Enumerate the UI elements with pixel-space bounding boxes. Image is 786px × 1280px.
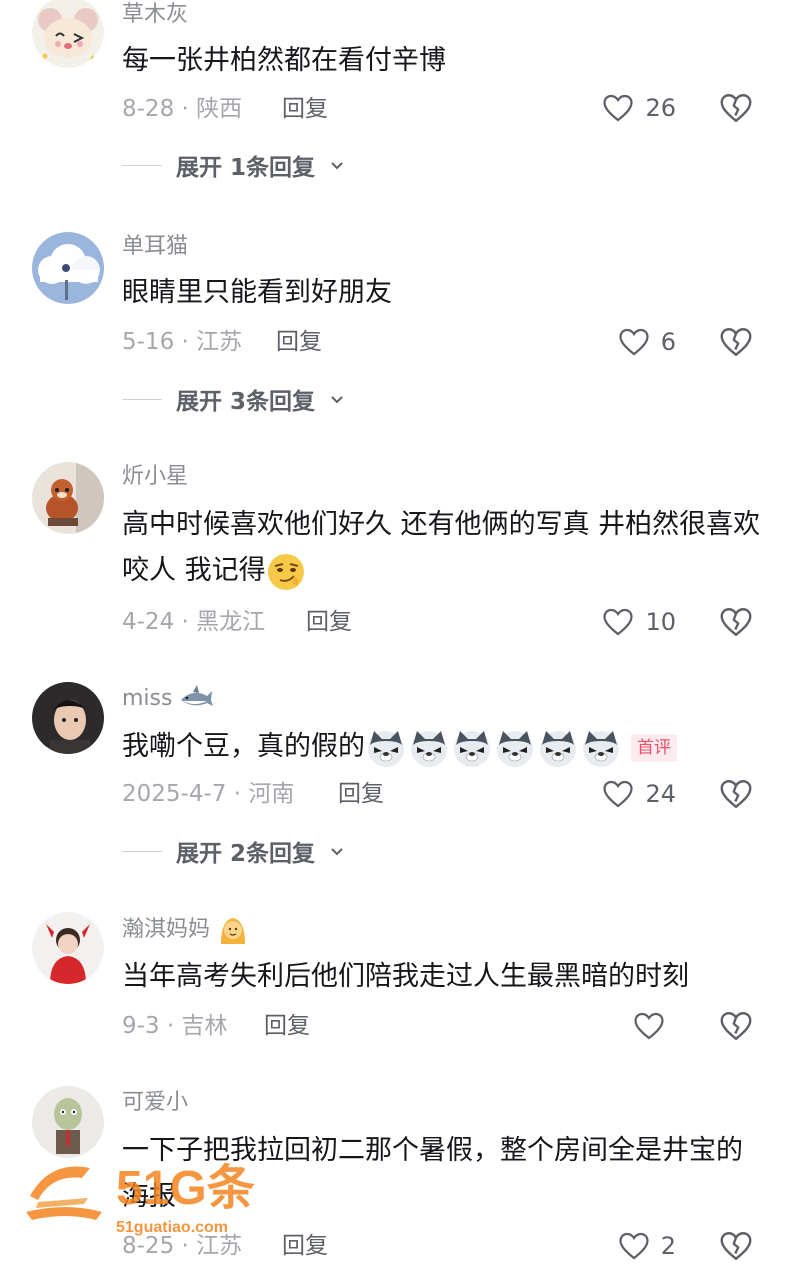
- cartoon-mouse-icon: [32, 0, 104, 68]
- comment-list-page: 草木灰 每一张井柏然都在看付辛博 8-28 · 陕西 回复 26 展开 1条回复: [0, 0, 786, 1280]
- reply-button[interactable]: 回复: [306, 607, 352, 637]
- like-count: 26: [645, 94, 676, 122]
- like-count: 10: [645, 608, 676, 636]
- shark-emoji-icon: [181, 685, 214, 706]
- username[interactable]: miss: [122, 684, 214, 714]
- child-photo: [32, 912, 104, 984]
- divider: [122, 850, 162, 852]
- broken-heart-icon[interactable]: [718, 776, 754, 812]
- comment-date-location: 9-3 · 吉林: [122, 1013, 228, 1039]
- expand-replies-button[interactable]: 展开 1条回复: [122, 148, 345, 182]
- reply-button[interactable]: 回复: [264, 1011, 310, 1041]
- divider: [122, 398, 162, 400]
- reply-button[interactable]: 回复: [282, 94, 328, 124]
- avatar[interactable]: [32, 232, 104, 304]
- comment-text: 高中时候喜欢他们好久 还有他俩的写真 井柏然很喜欢咬人 我记得: [122, 502, 762, 594]
- heart-icon: [634, 1012, 664, 1040]
- avatar[interactable]: [32, 1086, 104, 1158]
- person-photo: [32, 682, 104, 754]
- like-button[interactable]: 10: [601, 602, 676, 642]
- broken-heart-icon[interactable]: [718, 1228, 754, 1264]
- comment-text: 每一张井柏然都在看付辛博: [122, 45, 446, 76]
- broken-heart-icon[interactable]: [718, 604, 754, 640]
- comment-text: 我嘞个豆，真的假的 首评: [122, 724, 762, 770]
- comment-text-body: 高中时候喜欢他们好久 还有他俩的写真 井柏然很喜欢咬人 我记得: [122, 509, 761, 586]
- divider: [122, 164, 162, 166]
- heart-icon: [603, 608, 634, 636]
- watermark-brand: 51G条: [116, 1162, 255, 1215]
- like-button[interactable]: 24: [601, 774, 676, 814]
- like-count: 6: [660, 328, 676, 356]
- username-text: miss: [122, 686, 173, 711]
- watermark-logo: 51G条 51guatiao.com: [26, 1162, 255, 1236]
- chevron-down-icon: [331, 162, 343, 170]
- avatar[interactable]: [32, 682, 104, 754]
- expand-replies-label: 展开 3条回复: [176, 389, 316, 415]
- like-button[interactable]: [632, 1006, 676, 1046]
- reply-button[interactable]: 回复: [338, 779, 384, 809]
- expand-replies-button[interactable]: 展开 3条回复: [122, 382, 345, 416]
- woman-emoji-icon: [221, 918, 246, 944]
- like-button[interactable]: 6: [617, 322, 676, 362]
- expand-replies-button[interactable]: 展开 2条回复: [122, 834, 345, 868]
- broken-heart-icon[interactable]: [718, 324, 754, 360]
- smirk-emoji-icon: [267, 553, 304, 590]
- like-button[interactable]: 26: [601, 88, 676, 128]
- username-text: 瀚淇妈妈: [122, 917, 211, 942]
- avatar[interactable]: [32, 462, 104, 534]
- comment-date-location: 2025-4-7 · 河南: [122, 781, 295, 807]
- cloud-scene-icon: [32, 232, 104, 304]
- like-button[interactable]: 2: [617, 1226, 676, 1266]
- comment-date-location: 4-24 · 黑龙江: [122, 609, 266, 635]
- comment-date-location: 5-16 · 江苏: [122, 329, 243, 355]
- chevron-down-icon: [331, 396, 343, 404]
- chevron-down-icon: [331, 848, 343, 856]
- red-panda-photo: [32, 462, 104, 534]
- husky-emoji-row-icon: [368, 730, 619, 767]
- heart-icon: [603, 780, 634, 808]
- broken-heart-icon[interactable]: [718, 90, 754, 126]
- heart-icon: [619, 1232, 649, 1260]
- username[interactable]: 草木灰: [122, 0, 188, 30]
- comment-text-body: 我嘞个豆，真的假的: [122, 731, 365, 762]
- like-count: 24: [645, 780, 676, 808]
- broken-heart-icon[interactable]: [718, 1008, 754, 1044]
- avatar[interactable]: [32, 912, 104, 984]
- heart-icon: [619, 328, 649, 356]
- comment-date-location: 8-28 · 陕西: [122, 96, 243, 122]
- avatar[interactable]: [32, 0, 104, 68]
- reply-button[interactable]: 回复: [276, 327, 322, 357]
- like-count: 2: [660, 1232, 676, 1260]
- heart-icon: [603, 94, 634, 122]
- comment-text: 当年高考失利后他们陪我走过人生最黑暗的时刻: [122, 961, 689, 992]
- username[interactable]: 可爱小: [122, 1088, 188, 1118]
- zombie-cartoon-icon: [32, 1086, 104, 1158]
- username[interactable]: 炘小星: [122, 462, 188, 492]
- first-comment-badge: 首评: [631, 733, 677, 762]
- watermark-url: 51guatiao.com: [116, 1219, 228, 1236]
- username[interactable]: 瀚淇妈妈: [122, 914, 249, 946]
- comment-text: 眼睛里只能看到好朋友: [122, 277, 392, 308]
- expand-replies-label: 展开 2条回复: [176, 841, 316, 867]
- expand-replies-label: 展开 1条回复: [176, 155, 316, 181]
- username[interactable]: 单耳猫: [122, 232, 188, 262]
